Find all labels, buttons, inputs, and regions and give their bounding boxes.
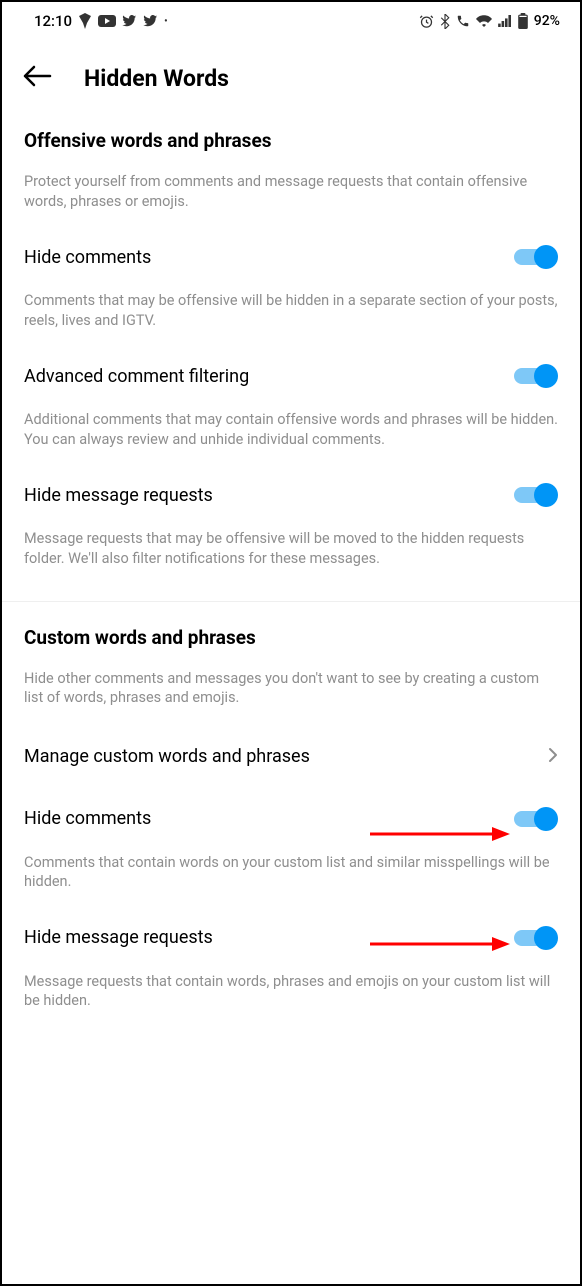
twitter-icon-2: [143, 15, 158, 27]
section1-desc: Protect yourself from comments and messa…: [24, 160, 558, 225]
custom-hide-msg-desc: Message requests that contain words, phr…: [24, 960, 558, 1025]
hide-msg-requests-desc: Message requests that may be offensive w…: [24, 517, 558, 582]
back-arrow-icon[interactable]: [22, 64, 52, 93]
custom-hide-comments-label: Hide comments: [24, 808, 151, 829]
header: Hidden Words: [2, 36, 580, 115]
hide-comments-row: Hide comments: [24, 225, 558, 279]
phone-icon: [456, 14, 470, 28]
battery-text: 92%: [534, 13, 560, 29]
advanced-filter-desc: Additional comments that may contain off…: [24, 398, 558, 463]
hide-msg-requests-row: Hide message requests: [24, 463, 558, 517]
bluetooth-icon: [440, 14, 450, 29]
hide-msg-requests-label: Hide message requests: [24, 485, 213, 506]
section1-title: Offensive words and phrases: [24, 115, 558, 160]
chevron-right-icon: [548, 744, 558, 769]
manage-custom-row[interactable]: Manage custom words and phrases: [24, 722, 558, 787]
section-custom: Custom words and phrases Hide other comm…: [2, 602, 580, 1025]
hide-comments-toggle[interactable]: [514, 245, 558, 269]
hide-comments-label: Hide comments: [24, 247, 151, 268]
advanced-filter-label: Advanced comment filtering: [24, 366, 249, 387]
status-time: 12:10: [34, 12, 72, 30]
section2-title: Custom words and phrases: [24, 602, 558, 657]
custom-hide-comments-toggle[interactable]: [514, 807, 558, 831]
page-title: Hidden Words: [84, 65, 229, 92]
wifi-icon: [476, 15, 492, 27]
custom-hide-comments-row: Hide comments: [24, 787, 558, 841]
custom-hide-msg-row: Hide message requests: [24, 906, 558, 960]
signal-icon: [498, 15, 512, 27]
custom-hide-comments-desc: Comments that contain words on your cust…: [24, 841, 558, 906]
advanced-filter-row: Advanced comment filtering: [24, 344, 558, 398]
status-left: 12:10 •: [34, 12, 168, 30]
advanced-filter-toggle[interactable]: [514, 364, 558, 388]
manage-custom-label: Manage custom words and phrases: [24, 746, 310, 767]
battery-icon: [518, 13, 528, 29]
custom-hide-msg-label: Hide message requests: [24, 927, 213, 948]
hide-comments-desc: Comments that may be offensive will be h…: [24, 279, 558, 344]
custom-hide-msg-toggle[interactable]: [514, 926, 558, 950]
section2-desc: Hide other comments and messages you don…: [24, 657, 558, 722]
youtube-icon: [98, 15, 116, 27]
section-offensive: Offensive words and phrases Protect your…: [2, 115, 580, 583]
app-icon-1: [78, 13, 92, 29]
dot-icon: •: [164, 16, 168, 27]
twitter-icon-1: [122, 15, 137, 27]
status-bar: 12:10 • 92%: [2, 2, 580, 36]
hide-msg-requests-toggle[interactable]: [514, 483, 558, 507]
alarm-icon: [419, 14, 434, 29]
status-right: 92%: [419, 13, 560, 29]
